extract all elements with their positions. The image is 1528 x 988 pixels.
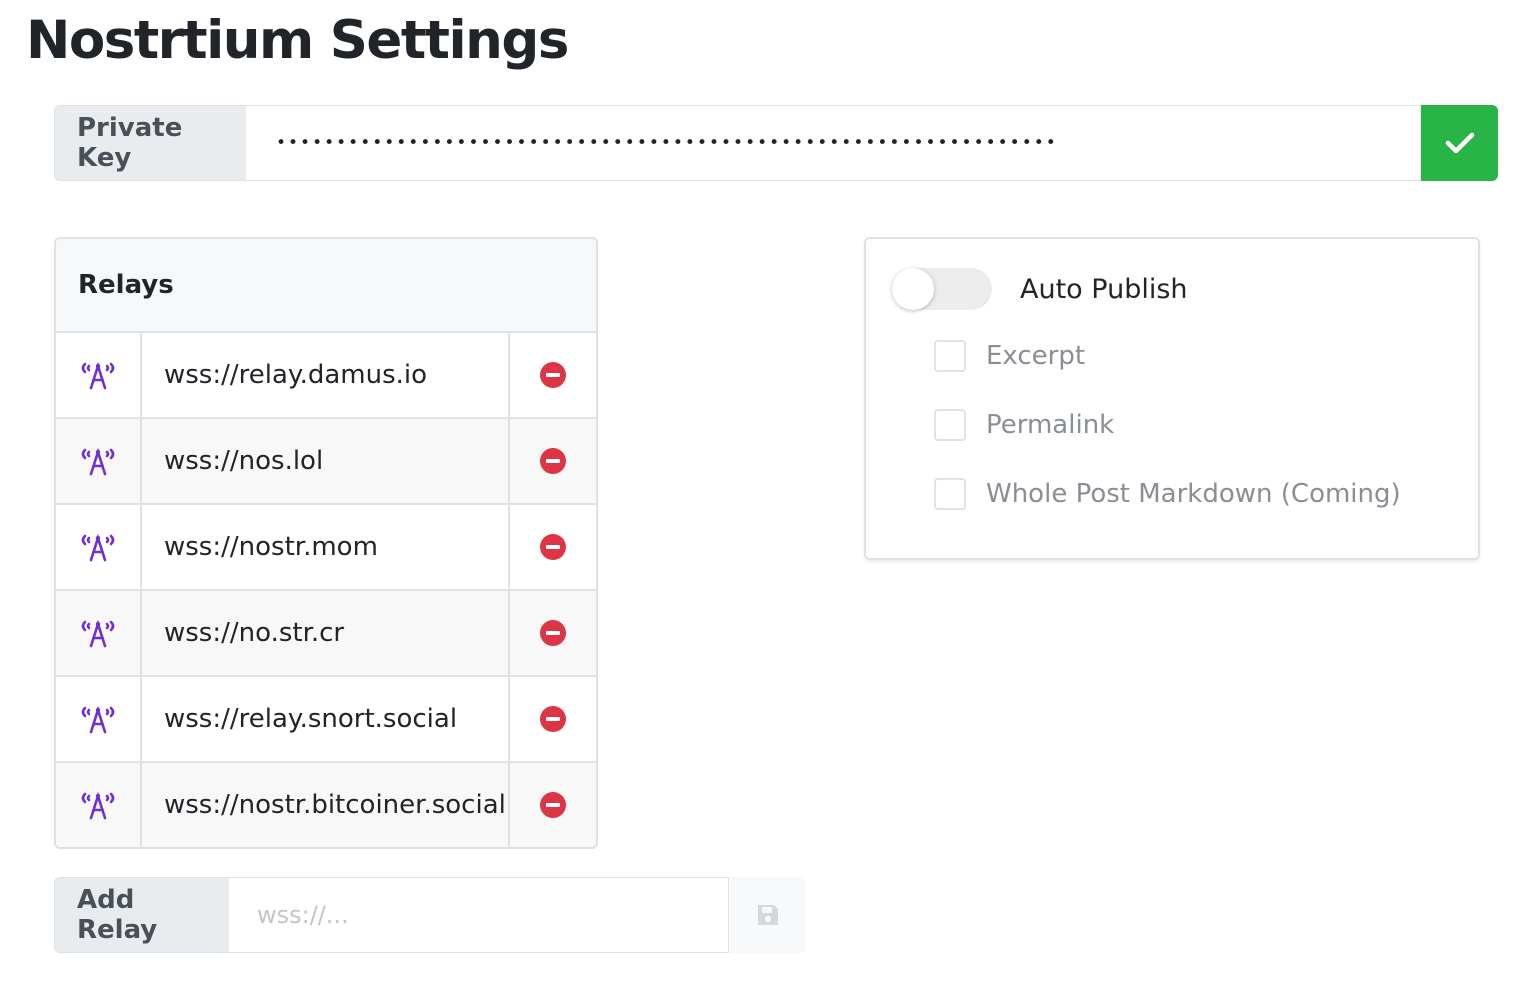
- relay-icon-cell: [56, 591, 142, 675]
- minus-circle-icon: [540, 448, 566, 474]
- relay-row: wss://relay.damus.io: [56, 333, 596, 419]
- relay-row: wss://nos.lol: [56, 419, 596, 505]
- relay-icon-cell: [56, 677, 142, 761]
- relay-row: wss://no.str.cr: [56, 591, 596, 677]
- add-relay-input[interactable]: [229, 877, 729, 953]
- broadcast-tower-icon: [81, 705, 115, 734]
- relay-url: wss://nostr.mom: [142, 505, 510, 589]
- save-icon: [757, 905, 778, 925]
- auto-publish-label: Auto Publish: [1020, 273, 1188, 305]
- add-relay-label: Add Relay: [54, 877, 229, 953]
- relay-icon-cell: [56, 419, 142, 503]
- remove-relay-button[interactable]: [510, 505, 596, 589]
- remove-relay-button[interactable]: [510, 591, 596, 675]
- remove-relay-button[interactable]: [510, 763, 596, 847]
- broadcast-tower-icon: [81, 361, 115, 390]
- minus-circle-icon: [540, 620, 566, 646]
- private-key-input[interactable]: [246, 105, 1421, 181]
- minus-circle-icon: [540, 792, 566, 818]
- relay-url: wss://relay.snort.social: [142, 677, 510, 761]
- relay-icon-cell: [56, 505, 142, 589]
- excerpt-label: Excerpt: [986, 341, 1086, 371]
- permalink-option[interactable]: Permalink: [934, 409, 1114, 441]
- relay-row: wss://nostr.bitcoiner.social: [56, 763, 596, 847]
- remove-relay-button[interactable]: [510, 419, 596, 503]
- whole-post-markdown-checkbox[interactable]: [934, 478, 966, 510]
- permalink-label: Permalink: [986, 410, 1115, 440]
- excerpt-option[interactable]: Excerpt: [934, 340, 1085, 372]
- broadcast-tower-icon: [81, 619, 115, 648]
- minus-circle-icon: [540, 534, 566, 560]
- relay-icon-cell: [56, 333, 142, 417]
- publish-options-card: Auto Publish Excerpt Permalink Whole Pos…: [864, 237, 1480, 560]
- add-relay-group: Add Relay: [54, 877, 806, 953]
- relays-card: Relays wss://relay.damus.io wss://nos.lo…: [54, 237, 598, 849]
- remove-relay-button[interactable]: [510, 677, 596, 761]
- relays-header: Relays: [56, 239, 596, 333]
- broadcast-tower-icon: [81, 533, 115, 562]
- relay-url: wss://no.str.cr: [142, 591, 510, 675]
- private-key-label: Private Key: [54, 105, 246, 181]
- whole-post-markdown-label: Whole Post Markdown (Coming): [986, 479, 1401, 509]
- confirm-key-button[interactable]: [1421, 105, 1498, 181]
- page-title: Nostrtium Settings: [26, 10, 569, 71]
- relay-url: wss://relay.damus.io: [142, 333, 510, 417]
- relay-list: wss://relay.damus.io wss://nos.lol wss:/…: [56, 333, 596, 847]
- toggle-track[interactable]: [892, 268, 992, 310]
- minus-circle-icon: [540, 362, 566, 388]
- broadcast-tower-icon: [81, 791, 115, 820]
- excerpt-checkbox[interactable]: [934, 340, 966, 372]
- whole-post-markdown-option[interactable]: Whole Post Markdown (Coming): [934, 478, 1401, 510]
- relay-row: wss://relay.snort.social: [56, 677, 596, 763]
- broadcast-tower-icon: [81, 447, 115, 476]
- permalink-checkbox[interactable]: [934, 409, 966, 441]
- toggle-knob: [892, 268, 934, 310]
- save-relay-button[interactable]: [729, 877, 806, 953]
- relay-icon-cell: [56, 763, 142, 847]
- relay-url: wss://nos.lol: [142, 419, 510, 503]
- check-icon: [1445, 132, 1474, 154]
- auto-publish-toggle[interactable]: Auto Publish: [892, 268, 1188, 310]
- private-key-group: Private Key: [54, 105, 1498, 181]
- relay-url: wss://nostr.bitcoiner.social: [142, 763, 510, 847]
- remove-relay-button[interactable]: [510, 333, 596, 417]
- relay-row: wss://nostr.mom: [56, 505, 596, 591]
- minus-circle-icon: [540, 706, 566, 732]
